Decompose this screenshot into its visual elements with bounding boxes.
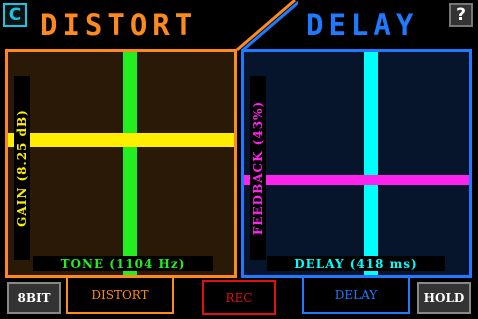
8bit-button[interactable]: 8BIT: [7, 282, 61, 314]
rec-button-label: REC: [225, 290, 253, 305]
delay-time-line[interactable]: [364, 52, 378, 275]
rec-button[interactable]: REC: [202, 280, 276, 315]
distort-title: DISTORT: [40, 8, 198, 42]
help-button[interactable]: ?: [449, 3, 473, 27]
help-button-label: ?: [456, 5, 466, 25]
distort-button[interactable]: DISTORT: [66, 276, 174, 314]
hold-button-label: HOLD: [423, 291, 465, 305]
tone-line[interactable]: [123, 52, 137, 275]
delay-time-label: DELAY (418 ms): [267, 256, 445, 271]
distort-button-label: DISTORT: [91, 288, 149, 302]
feedback-label: FEEDBACK (43%): [251, 100, 265, 236]
distort-xy-pad[interactable]: GAIN (8.25 dB) TONE (1104 Hz): [5, 49, 237, 278]
c-button-label: C: [8, 5, 22, 25]
c-button[interactable]: C: [3, 3, 27, 27]
tone-label: TONE (1104 Hz): [33, 256, 213, 271]
gain-label: GAIN (8.25 dB): [15, 109, 29, 227]
gain-label-box: GAIN (8.25 dB): [14, 76, 30, 260]
8bit-button-label: 8BIT: [17, 291, 51, 305]
delay-button-label: DELAY: [334, 288, 378, 302]
hold-button[interactable]: HOLD: [417, 282, 471, 314]
delay-xy-pad[interactable]: FEEDBACK (43%) DELAY (418 ms): [241, 49, 472, 278]
gain-line[interactable]: [8, 133, 234, 147]
feedback-label-box: FEEDBACK (43%): [250, 76, 266, 260]
delay-title: DELAY: [306, 8, 419, 42]
header-divider: [236, 0, 298, 52]
delay-button[interactable]: DELAY: [302, 276, 410, 314]
feedback-line[interactable]: [244, 175, 469, 185]
